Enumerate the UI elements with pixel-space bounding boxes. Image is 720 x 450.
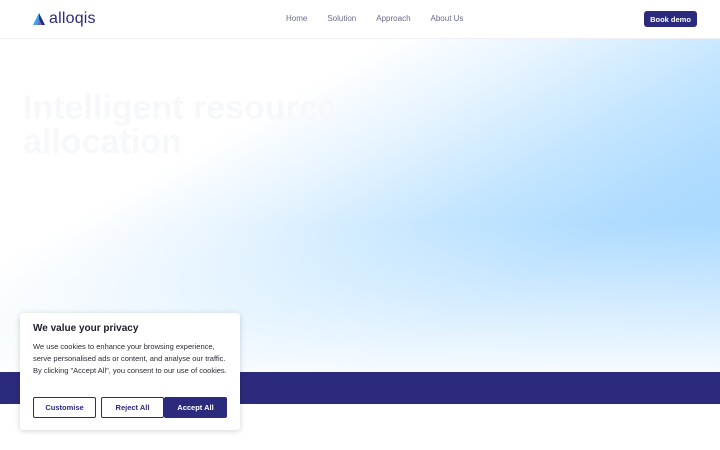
site-header: alloqis Home Solution Approach About Us … [0, 0, 720, 39]
cookie-body-text: We use cookies to enhance your browsing … [33, 342, 227, 375]
cookie-title: We value your privacy [33, 323, 139, 334]
nav-about-us[interactable]: About Us [431, 14, 464, 24]
logo-text: alloqis [49, 10, 96, 27]
reject-all-button[interactable]: Reject All [101, 397, 164, 418]
logo[interactable]: alloqis [32, 9, 96, 29]
accept-all-button[interactable]: Accept All [164, 397, 227, 418]
main-nav: Home Solution Approach About Us [286, 14, 483, 24]
cookie-consent-dialog: We value your privacy We use cookies to … [20, 313, 240, 430]
nav-solution[interactable]: Solution [327, 14, 356, 24]
hero-title: Intelligent resource allocation [23, 89, 337, 161]
alloqis-logo-icon [33, 13, 45, 25]
customise-button[interactable]: Customise [33, 397, 96, 418]
nav-home[interactable]: Home [286, 14, 307, 24]
book-demo-button[interactable]: Book demo [644, 11, 697, 27]
nav-approach[interactable]: Approach [376, 14, 410, 24]
